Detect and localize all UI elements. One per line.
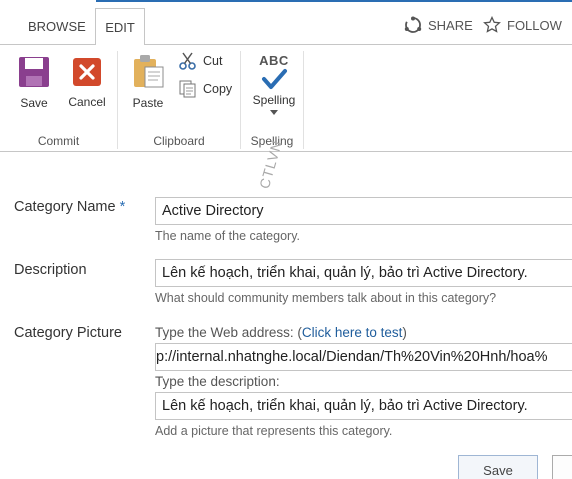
save-ribbon-button[interactable]: Save (14, 53, 54, 110)
share-button[interactable]: SHARE (404, 16, 473, 34)
category-picture-label: Category Picture (14, 325, 122, 341)
cancel-ribbon-button[interactable]: Cancel (64, 53, 110, 109)
picture-description-label: Type the description: (155, 374, 280, 389)
tab-edit[interactable]: EDIT (95, 8, 145, 45)
description-hint: What should community members talk about… (155, 291, 497, 305)
dropdown-arrow-icon (270, 110, 278, 115)
paste-button[interactable]: Paste (128, 53, 168, 110)
required-marker: * (119, 199, 126, 215)
ribbon: Save Cancel Paste Cut Copy ABC Spelling … (0, 45, 572, 152)
follow-button[interactable]: FOLLOW (483, 16, 562, 34)
star-icon (483, 16, 501, 33)
spelling-label: Spelling (252, 93, 296, 107)
cancel-button[interactable] (552, 455, 572, 479)
web-address-label: Type the Web address: (Click here to tes… (155, 325, 407, 340)
picture-url-input[interactable]: p://internal.nhatnghe.local/Diendan/Th%2… (155, 343, 572, 371)
spelling-button[interactable]: ABC Spelling (247, 53, 301, 116)
paste-label: Paste (132, 96, 164, 110)
suite-bar-accent (96, 0, 572, 2)
picture-description-input[interactable]: Lên kế hoạch, triển khai, quản lý, bảo t… (155, 392, 572, 420)
copy-label: Copy (203, 82, 233, 96)
save-button[interactable]: Save (458, 455, 538, 479)
description-label: Description (14, 262, 87, 278)
category-name-label: Category Name * (14, 199, 125, 215)
checkmark-icon (262, 69, 287, 89)
group-label-commit: Commit (37, 134, 80, 148)
top-bar (0, 0, 572, 6)
cut-button[interactable]: Cut (178, 51, 222, 71)
save-ribbon-label: Save (20, 96, 48, 110)
follow-label: FOLLOW (507, 17, 562, 33)
abc-text: ABC (259, 53, 289, 68)
tab-browse[interactable]: BROWSE (16, 8, 98, 45)
cut-label: Cut (203, 54, 223, 68)
picture-hint: Add a picture that represents this categ… (155, 424, 393, 438)
web-address-close: ) (402, 325, 407, 340)
cancel-ribbon-label: Cancel (68, 95, 106, 109)
description-input[interactable]: Lên kế hoạch, triển khai, quản lý, bảo t… (155, 259, 572, 287)
copy-button[interactable]: Copy (178, 79, 232, 99)
copy-icon (179, 80, 196, 98)
category-name-input[interactable]: Active Directory (155, 197, 572, 225)
group-label-clipboard: Clipboard (153, 134, 205, 148)
group-separator (303, 51, 304, 149)
web-address-label-text: Type the Web address: ( (155, 325, 302, 340)
category-name-label-text: Category Name (14, 199, 116, 215)
scissors-icon (179, 52, 196, 70)
share-icon (404, 16, 422, 33)
close-icon (73, 58, 101, 86)
share-label: SHARE (428, 17, 473, 33)
clipboard-paste-icon (134, 55, 164, 88)
floppy-disk-icon (19, 57, 49, 87)
test-link[interactable]: Click here to test (302, 325, 403, 340)
category-name-hint: The name of the category. (155, 229, 300, 243)
